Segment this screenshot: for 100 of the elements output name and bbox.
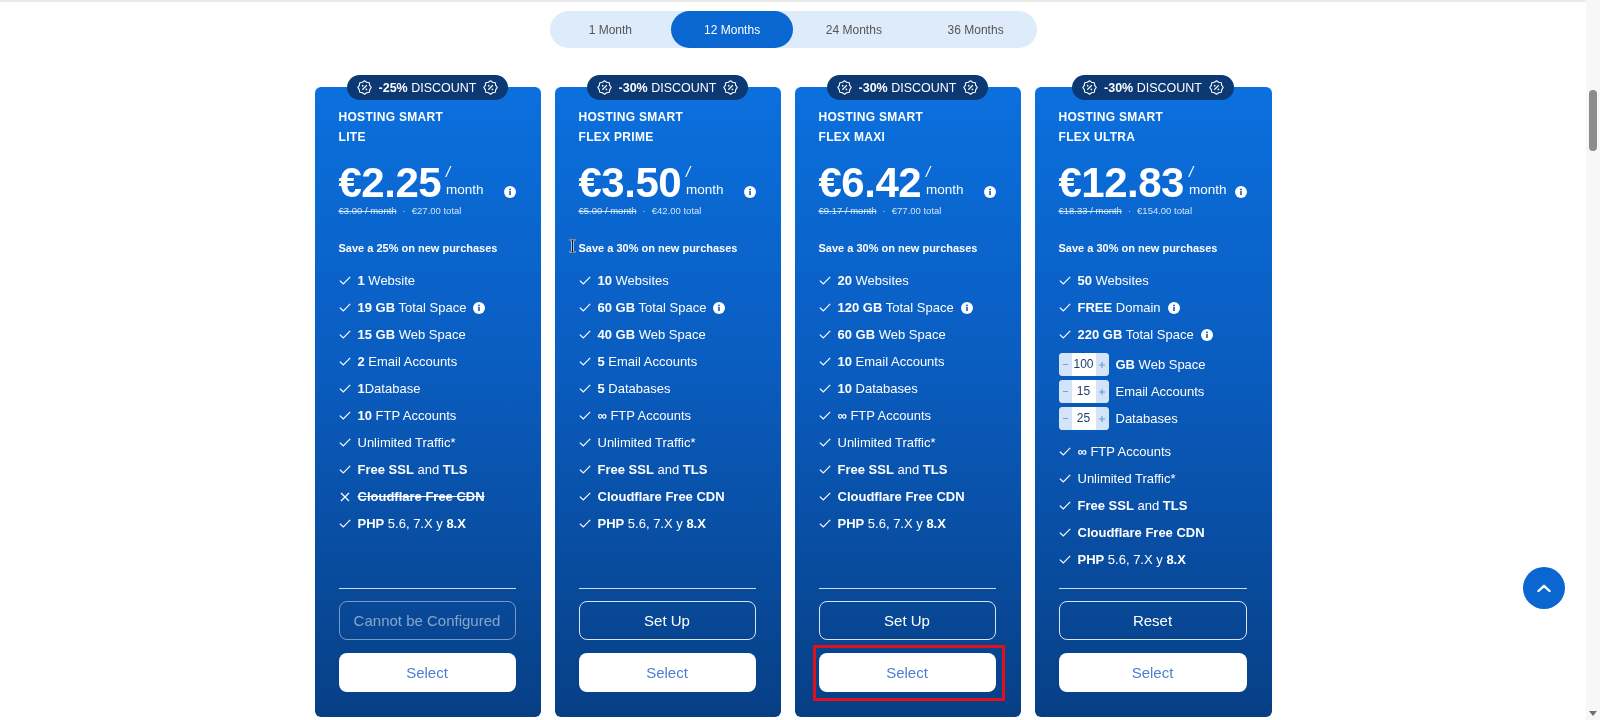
- feature-text: Unlimited Traffic*: [357, 435, 456, 450]
- discount-label: -25% DISCOUNT: [378, 79, 477, 96]
- price-period: month: [446, 181, 484, 199]
- feature-text: ∞ FTP Accounts: [597, 408, 692, 423]
- period-tab[interactable]: 36 Months: [914, 11, 1037, 48]
- period-tab[interactable]: 1 Month: [549, 11, 672, 48]
- info-icon[interactable]: [743, 186, 756, 198]
- price: €12.83: [1058, 164, 1184, 202]
- info-icon[interactable]: [503, 186, 516, 198]
- price: €2.25: [338, 164, 442, 202]
- old-price: €5.00 / month: [578, 205, 637, 217]
- price-period: month: [1188, 181, 1227, 199]
- discount-badge-icon: [1208, 80, 1224, 95]
- discount-badge-icon: [963, 80, 979, 95]
- discount-badge-icon: [1082, 80, 1098, 95]
- configure-button[interactable]: Set Up: [578, 601, 756, 640]
- select-button[interactable]: Select: [338, 653, 516, 692]
- select-button[interactable]: Select: [578, 653, 756, 692]
- discount-label: -30% DISCOUNT: [858, 79, 957, 96]
- period-tab[interactable]: 12 Months: [671, 11, 793, 48]
- feature-text: 10 Databases: [837, 381, 918, 396]
- price-period: month: [926, 181, 964, 199]
- old-price: €9.17 / month: [818, 205, 877, 217]
- feature-text: Cloudflare Free CDN: [357, 489, 485, 504]
- feature-text: PHP 5.6, 7.X y 8.X: [357, 516, 466, 531]
- discount-badge-icon: [836, 80, 852, 95]
- scrollbar-thumb[interactable]: [1589, 90, 1597, 151]
- per-separator: /: [446, 164, 451, 180]
- feature-text: FREE Domain: [1077, 300, 1161, 315]
- feature-text: PHP 5.6, 7.X y 8.X: [837, 516, 946, 531]
- scroll-to-top-button[interactable]: [1523, 567, 1565, 609]
- plan-name: HOSTING SMART FLEX PRIME: [578, 109, 685, 146]
- feature-text: Unlimited Traffic*: [837, 435, 936, 450]
- savings-note: Save a 25% on new purchases: [338, 242, 498, 254]
- feature-text: 10 FTP Accounts: [357, 408, 457, 423]
- quantity-field[interactable]: 15: [1071, 380, 1096, 403]
- feature-text: 120 GB Total Space: [837, 300, 954, 315]
- select-button[interactable]: Select: [818, 653, 996, 692]
- plus-icon: [1099, 415, 1105, 422]
- savings-note: Save a 30% on new purchases: [1058, 242, 1218, 254]
- separator-dot: ·: [402, 205, 406, 217]
- feature-text: 220 GB Total Space: [1077, 327, 1194, 342]
- plan-name: HOSTING SMART LITE: [338, 109, 445, 146]
- price-period: month: [686, 181, 724, 199]
- configure-button[interactable]: Set Up: [818, 601, 996, 640]
- period-tab[interactable]: 24 Months: [793, 11, 915, 48]
- feature-text: 50 Websites: [1077, 273, 1149, 288]
- savings-note: Save a 30% on new purchases: [578, 242, 738, 254]
- feature-text: 2 Email Accounts: [357, 354, 458, 369]
- price: €6.42: [818, 164, 922, 202]
- info-icon[interactable]: [983, 186, 996, 198]
- info-icon[interactable]: [1200, 328, 1213, 341]
- feature-text: 15 GB Web Space: [357, 327, 466, 342]
- per-separator: /: [926, 164, 931, 180]
- feature-text: 40 GB Web Space: [597, 327, 706, 342]
- discount-label: -30% DISCOUNT: [618, 79, 717, 96]
- feature-text: Cloudflare Free CDN: [837, 489, 965, 504]
- separator-dot: ·: [1127, 205, 1132, 217]
- discount-badge-icon: [596, 80, 612, 95]
- feature-text: ∞ FTP Accounts: [837, 408, 932, 423]
- feature-text: Free SSL and TLS: [597, 462, 708, 477]
- feature-text: ∞ FTP Accounts: [1077, 444, 1172, 459]
- feature-text: Cloudflare Free CDN: [1077, 525, 1205, 540]
- quantity-field[interactable]: 25: [1071, 407, 1096, 430]
- chevron-up-icon: [1537, 584, 1551, 592]
- feature-text: Email Accounts: [1115, 384, 1205, 399]
- price: €3.50: [578, 164, 682, 202]
- scroll-down-arrow-icon[interactable]: [1589, 711, 1597, 716]
- separator-dot: ·: [882, 205, 886, 217]
- feature-text: PHP 5.6, 7.X y 8.X: [597, 516, 706, 531]
- feature-text: 10 Email Accounts: [837, 354, 945, 369]
- feature-text: 60 GB Web Space: [837, 327, 946, 342]
- feature-text: 1Database: [357, 381, 421, 396]
- info-icon[interactable]: [1167, 301, 1180, 314]
- separator-dot: ·: [642, 205, 646, 217]
- info-icon[interactable]: [960, 301, 973, 314]
- total-price: €42.00 total: [651, 205, 702, 217]
- feature-text: 10 Websites: [597, 273, 669, 288]
- feature-text: Cloudflare Free CDN: [597, 489, 725, 504]
- discount-label: -30% DISCOUNT: [1104, 79, 1202, 96]
- quantity-field[interactable]: 100: [1071, 353, 1096, 376]
- total-price: €27.00 total: [411, 205, 462, 217]
- feature-text: GB Web Space: [1115, 357, 1206, 372]
- per-separator: /: [686, 164, 691, 180]
- feature-text: Databases: [1115, 411, 1178, 426]
- info-icon[interactable]: [1234, 186, 1247, 198]
- feature-text: 5 Email Accounts: [597, 354, 698, 369]
- plus-icon: [1099, 388, 1105, 395]
- info-icon[interactable]: [473, 301, 486, 314]
- feature-text: Unlimited Traffic*: [597, 435, 696, 450]
- minus-icon: [1062, 363, 1068, 366]
- select-button[interactable]: Select: [1058, 653, 1247, 692]
- info-icon[interactable]: [713, 301, 726, 314]
- feature-text: Free SSL and TLS: [357, 462, 468, 477]
- feature-text: Unlimited Traffic*: [1077, 471, 1176, 486]
- plan-name: HOSTING SMART FLEX ULTRA: [1058, 109, 1165, 146]
- configure-button[interactable]: Reset: [1058, 601, 1247, 640]
- total-price: €77.00 total: [891, 205, 942, 217]
- minus-icon: [1062, 417, 1068, 420]
- feature-text: 5 Databases: [597, 381, 671, 396]
